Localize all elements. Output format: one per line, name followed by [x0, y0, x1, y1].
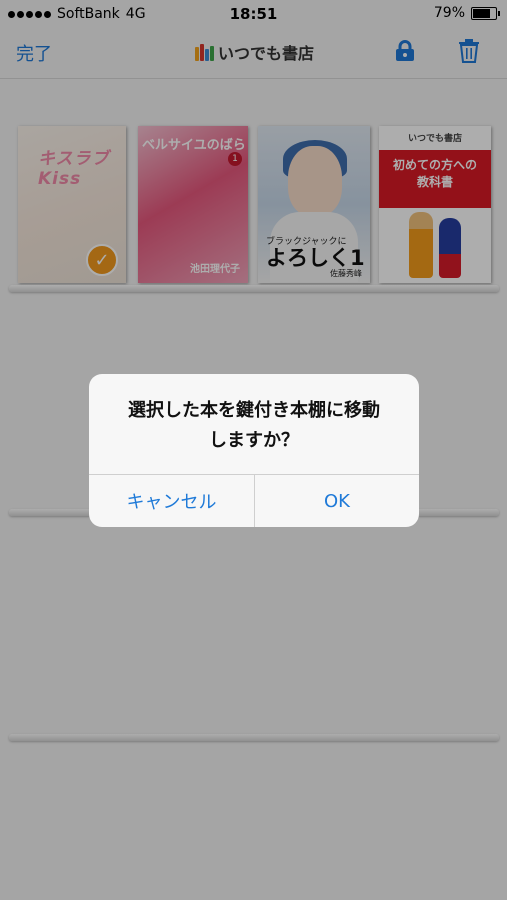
ok-button[interactable]: OK: [255, 475, 419, 527]
cancel-button[interactable]: キャンセル: [89, 475, 254, 527]
dialog-message: 選択した本を鍵付き本棚に移動 しますか？: [128, 400, 380, 451]
confirm-dialog: 選択した本を鍵付き本棚に移動 しますか？ キャンセル OK: [89, 374, 419, 527]
